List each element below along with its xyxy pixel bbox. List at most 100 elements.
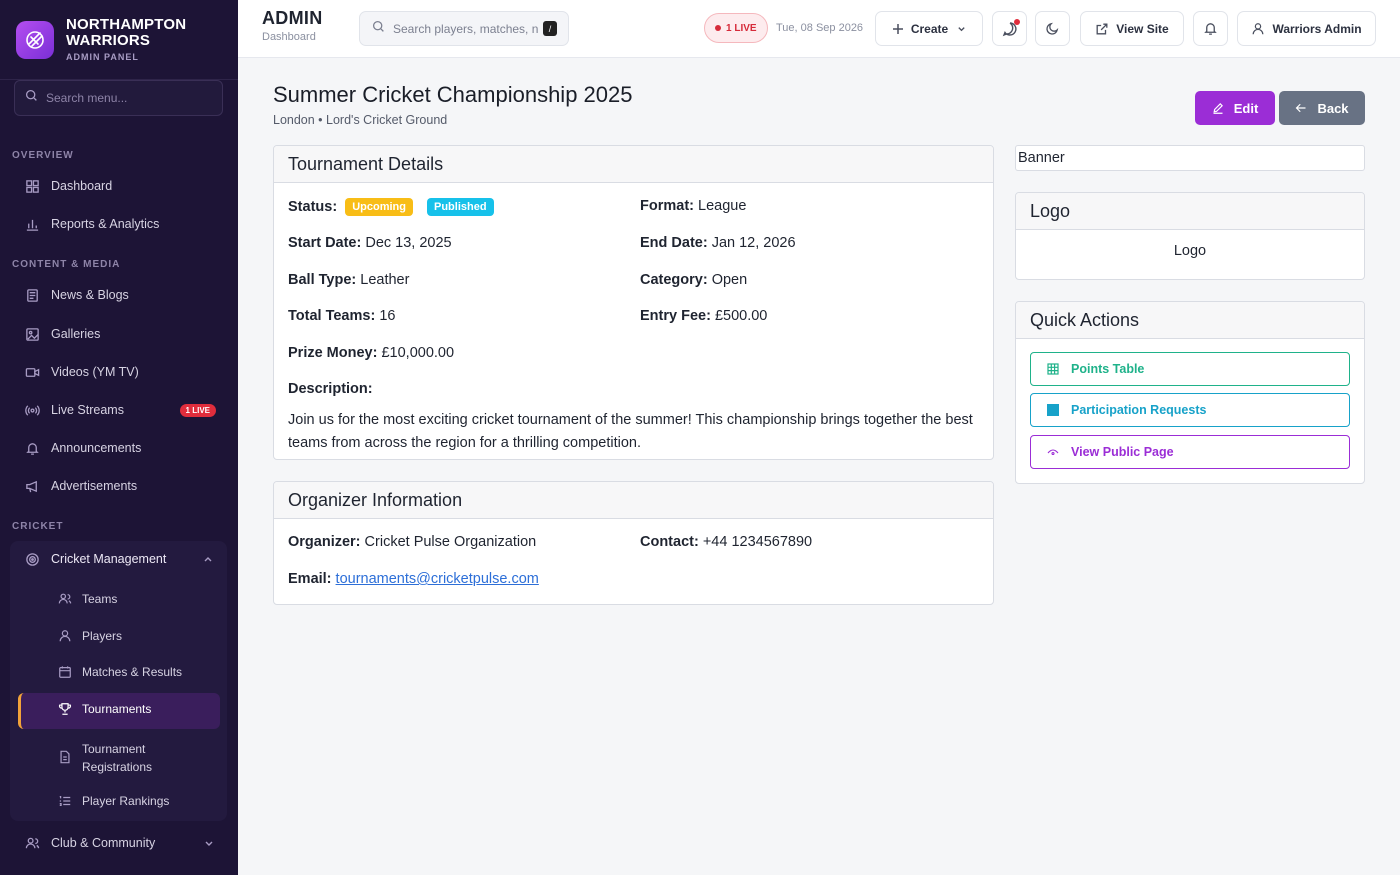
chevron-down-icon bbox=[204, 838, 214, 848]
sidebar-item-label: Cricket Management bbox=[51, 552, 167, 566]
pencil-icon bbox=[1212, 102, 1224, 114]
sidebar-item-announcements[interactable]: Announcements bbox=[12, 431, 226, 465]
sidebar-item-label: News & Blogs bbox=[51, 288, 129, 302]
plus-icon bbox=[892, 23, 904, 35]
field-label: Contact: bbox=[640, 534, 699, 550]
section-content: CONTENT & MEDIA bbox=[12, 259, 121, 270]
sidebar-item-label: Reports & Analytics bbox=[51, 217, 160, 231]
brand[interactable]: NORTHAMPTON WARRIORS ADMIN PANEL bbox=[0, 0, 238, 80]
brand-logo-icon bbox=[16, 20, 54, 59]
field-value: Leather bbox=[360, 272, 410, 288]
user-menu-button[interactable]: Warriors Admin bbox=[1237, 11, 1376, 46]
organizer-heading: Organizer Information bbox=[274, 482, 993, 519]
sidebar-item-teams[interactable]: Teams bbox=[58, 592, 230, 606]
sidebar-item-label: Registrations bbox=[82, 760, 153, 774]
global-search-input[interactable] bbox=[393, 21, 539, 36]
description-text: Join us for the most exciting cricket to… bbox=[288, 412, 973, 451]
sidebar-item-dashboard[interactable]: Dashboard bbox=[12, 169, 226, 203]
sidebar-item-tournament-registrations[interactable]: Tournament Registrations bbox=[58, 740, 230, 776]
sidebar-item-club-community[interactable]: Club & Community bbox=[12, 826, 226, 860]
brand-subtitle: ADMIN PANEL bbox=[66, 51, 139, 62]
sidebar-item-live-streams[interactable]: Live Streams 1 LIVE bbox=[12, 393, 226, 427]
sidebar-item-label: Advertisements bbox=[51, 479, 138, 493]
megaphone-icon bbox=[24, 478, 40, 494]
sidebar-item-label: Matches & Results bbox=[82, 665, 183, 679]
bell-icon bbox=[24, 440, 40, 456]
sidebar-search bbox=[14, 80, 223, 116]
notifications-button[interactable] bbox=[1193, 11, 1228, 46]
participation-requests-button[interactable]: Participation Requests bbox=[1030, 393, 1350, 427]
edit-button[interactable]: Edit bbox=[1195, 91, 1275, 125]
eye-icon bbox=[1047, 446, 1059, 458]
search-shortcut-key: / bbox=[543, 21, 557, 36]
field-end-date: End Date: Jan 12, 2026 bbox=[640, 235, 796, 251]
calendar-icon bbox=[58, 665, 72, 679]
organizer-card: Organizer Information Organizer: Cricket… bbox=[273, 481, 994, 605]
sidebar-item-tournaments[interactable]: Tournaments bbox=[58, 702, 230, 716]
field-email: Email: tournaments@cricketpulse.com bbox=[288, 571, 539, 587]
view-public-page-button[interactable]: View Public Page bbox=[1030, 435, 1350, 469]
email-link[interactable]: tournaments@cricketpulse.com bbox=[336, 571, 539, 587]
brand-name-line2: WARRIORS bbox=[66, 31, 151, 49]
back-button[interactable]: Back bbox=[1279, 91, 1365, 125]
messages-button[interactable] bbox=[992, 11, 1027, 46]
field-description-label: Description: bbox=[288, 381, 373, 397]
sidebar-search-input[interactable] bbox=[46, 91, 206, 105]
field-value: Dec 13, 2025 bbox=[365, 235, 452, 251]
chevron-down-icon bbox=[957, 24, 966, 33]
banner-image: Banner bbox=[1015, 145, 1365, 171]
sidebar-item-videos[interactable]: Videos (YM TV) bbox=[12, 355, 226, 389]
live-indicator[interactable]: 1 LIVE bbox=[704, 13, 768, 43]
sidebar-item-news[interactable]: News & Blogs bbox=[12, 278, 226, 312]
sidebar-item-cricket-management[interactable]: Cricket Management bbox=[10, 541, 227, 577]
chevron-up-icon bbox=[203, 554, 213, 564]
field-label: Description: bbox=[288, 381, 373, 397]
field-prize-money: Prize Money: £10,000.00 bbox=[288, 345, 454, 361]
newspaper-icon bbox=[24, 287, 40, 303]
sidebar-item-reports[interactable]: Reports & Analytics bbox=[12, 207, 226, 241]
theme-toggle-button[interactable] bbox=[1035, 11, 1070, 46]
sidebar-item-label: Live Streams bbox=[51, 403, 124, 417]
field-label: Entry Fee: bbox=[640, 308, 711, 324]
field-label: Prize Money: bbox=[288, 345, 378, 361]
field-label: Ball Type: bbox=[288, 272, 357, 288]
sidebar-item-label: Videos (YM TV) bbox=[51, 365, 139, 379]
field-label: Email: bbox=[288, 571, 332, 587]
current-date: Tue, 08 Sep 2026 bbox=[776, 22, 864, 34]
status-badge-published: Published bbox=[427, 198, 494, 216]
sidebar-item-label: Announcements bbox=[51, 441, 142, 455]
sidebar: NORTHAMPTON WARRIORS ADMIN PANEL OVERVIE… bbox=[0, 0, 238, 875]
view-site-button[interactable]: View Site bbox=[1080, 11, 1184, 46]
field-organizer: Organizer: Cricket Pulse Organization bbox=[288, 534, 536, 550]
status-badge-upcoming: Upcoming bbox=[345, 198, 413, 216]
field-value: Open bbox=[711, 272, 748, 288]
field-label: Format: bbox=[640, 198, 694, 214]
view-site-label: View Site bbox=[1116, 21, 1169, 36]
section-overview: OVERVIEW bbox=[12, 150, 74, 161]
brand-name-line1: NORTHAMPTON bbox=[66, 16, 187, 34]
dashboard-icon bbox=[24, 178, 40, 194]
create-label: Create bbox=[910, 21, 949, 36]
field-value: +44 1234567890 bbox=[702, 534, 813, 550]
search-icon bbox=[25, 89, 38, 107]
field-value: 16 bbox=[379, 308, 396, 324]
quick-actions-heading: Quick Actions bbox=[1016, 302, 1364, 339]
create-button[interactable]: Create bbox=[875, 11, 983, 46]
sidebar-item-matches[interactable]: Matches & Results bbox=[58, 665, 230, 679]
live-count: 1 LIVE bbox=[726, 22, 757, 34]
chat-icon bbox=[1002, 18, 1020, 37]
sidebar-item-advertisements[interactable]: Advertisements bbox=[12, 469, 226, 503]
sidebar-item-galleries[interactable]: Galleries bbox=[12, 317, 226, 351]
external-link-icon bbox=[1095, 22, 1109, 36]
field-total-teams: Total Teams: 16 bbox=[288, 308, 395, 324]
user-icon bbox=[58, 629, 72, 643]
sidebar-item-label: Club & Community bbox=[51, 836, 156, 850]
sidebar-item-label: Teams bbox=[82, 592, 118, 606]
section-cricket: CRICKET bbox=[12, 521, 64, 532]
field-label: Status: bbox=[288, 199, 338, 215]
search-icon bbox=[372, 20, 385, 38]
points-table-button[interactable]: Points Table bbox=[1030, 352, 1350, 386]
sidebar-item-players[interactable]: Players bbox=[58, 629, 230, 643]
user-name: Warriors Admin bbox=[1272, 21, 1362, 36]
sidebar-item-player-rankings[interactable]: Player Rankings bbox=[58, 794, 230, 808]
